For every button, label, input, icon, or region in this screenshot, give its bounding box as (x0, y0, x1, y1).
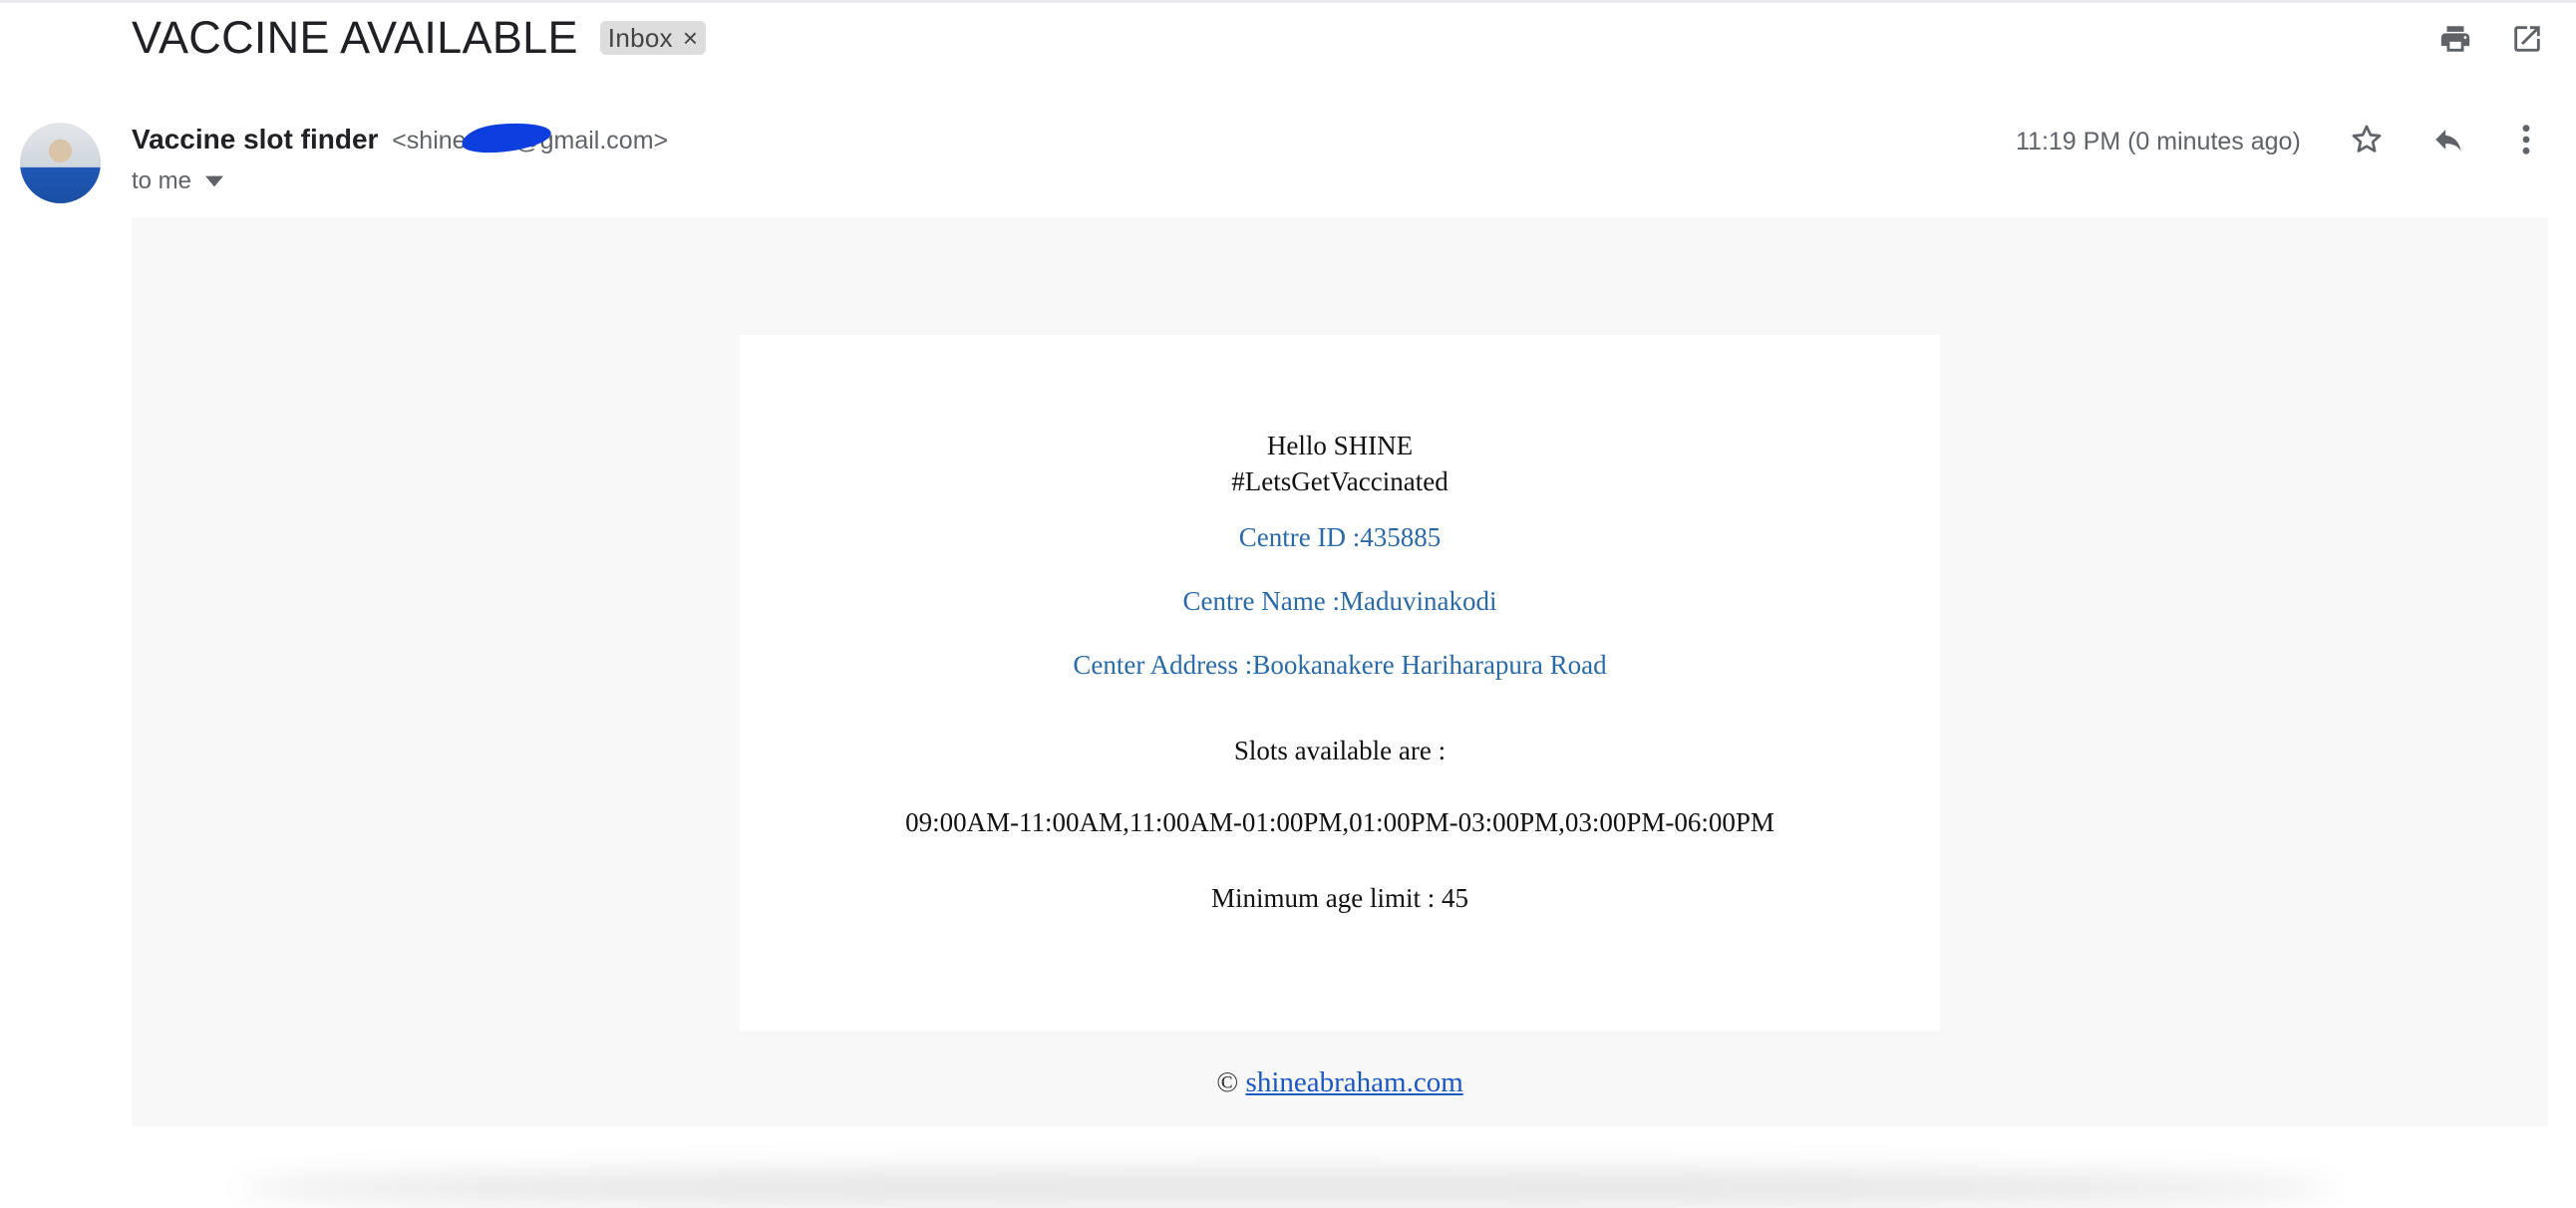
recipient-text: to me (132, 167, 192, 194)
more-options-icon[interactable] (2506, 118, 2546, 161)
inbox-label-chip[interactable]: Inbox × (599, 21, 707, 55)
email-subject: VACCINE AVAILABLE Inbox × (132, 8, 707, 68)
vaccine-info-card: Hello SHINE #LetsGetVaccinated Centre ID… (740, 335, 1940, 1031)
chevron-down-icon[interactable] (205, 175, 224, 187)
slots-heading: Slots available are : (1233, 736, 1447, 765)
hashtag: #LetsGetVaccinated (1231, 466, 1449, 496)
footer-website-link[interactable]: shineabraham.com (1246, 1066, 1463, 1098)
copyright-symbol: © (1216, 1066, 1239, 1098)
centre-name: Centre Name :Maduvinakodi (1182, 586, 1497, 616)
print-icon[interactable] (2432, 16, 2478, 62)
sender-avatar (20, 123, 101, 203)
minimum-age: Minimum age limit : 45 (1211, 883, 1468, 913)
centre-id: Centre ID :435885 (1238, 522, 1442, 552)
sender-name: Vaccine slot finder (132, 124, 379, 154)
open-in-new-window-icon[interactable] (2504, 16, 2550, 62)
email-body-frame: Hello SHINE #LetsGetVaccinated Centre ID… (132, 217, 2548, 1126)
subject-text: VACCINE AVAILABLE (132, 12, 578, 63)
reply-icon[interactable] (2424, 118, 2472, 161)
remove-label-icon[interactable]: × (683, 25, 698, 51)
slots-list: 09:00AM-11:00AM,11:00AM-01:00PM,01:00PM-… (905, 807, 1774, 837)
recipient-details[interactable]: to me (132, 167, 224, 195)
star-icon[interactable] (2345, 118, 2389, 161)
top-divider (0, 0, 2576, 3)
center-address: Center Address :Bookanakere Hariharapura… (1073, 650, 1607, 680)
email-footer: © shineabraham.com (132, 1066, 2548, 1099)
email-timestamp: 11:19 PM (0 minutes ago) (2016, 128, 2301, 155)
sender-line: Vaccine slot finder <shineab1 @gmail.com… (132, 124, 668, 155)
bottom-shadow (239, 1168, 2333, 1208)
greeting: Hello SHINE (1266, 431, 1414, 460)
label-text: Inbox (607, 22, 673, 53)
